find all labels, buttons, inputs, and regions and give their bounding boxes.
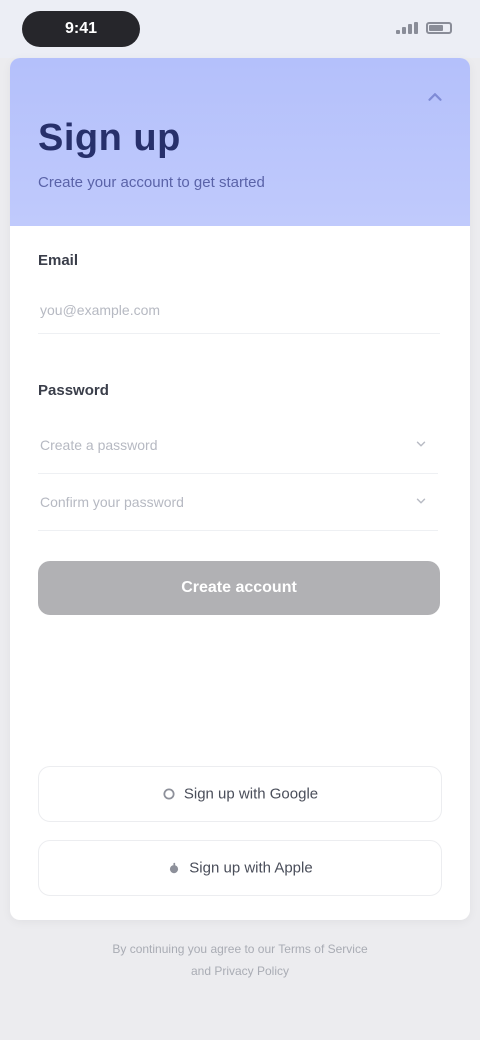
- chevron-down-icon[interactable]: [414, 437, 428, 451]
- page-subtitle: Create your account to get started: [38, 174, 265, 191]
- signup-card: Sign up Create your account to get start…: [10, 58, 470, 920]
- apple-icon: [170, 863, 179, 874]
- signup-form: Email Password Create acco: [10, 226, 470, 615]
- password-field[interactable]: [38, 417, 410, 473]
- google-signup-button[interactable]: Sign up with Google: [38, 766, 442, 822]
- apple-signup-label: Sign up with Apple: [189, 859, 313, 877]
- signal-icon: [396, 22, 418, 34]
- google-icon: [163, 788, 175, 800]
- email-field[interactable]: [38, 287, 440, 334]
- google-signup-label: Sign up with Google: [183, 785, 319, 803]
- status-time: 9:41: [22, 11, 140, 47]
- confirm-password-row[interactable]: [38, 474, 438, 531]
- create-account-button[interactable]: Create account: [38, 561, 440, 615]
- email-group: Email: [38, 252, 446, 334]
- page-title: Sign up: [38, 117, 181, 159]
- signup-screen: 9:41 Sign up Create your account to get …: [0, 0, 480, 1040]
- password-label: Password: [38, 382, 109, 399]
- terms-note: By continuing you agree to our Terms of …: [40, 938, 440, 982]
- chevron-down-icon[interactable]: [414, 494, 428, 508]
- terms-line-1[interactable]: By continuing you agree to our Terms of …: [40, 938, 440, 960]
- alt-signin-buttons: Sign up with Google Sign up with Apple: [38, 766, 442, 914]
- status-icons: [396, 22, 452, 34]
- chevron-up-icon[interactable]: [424, 86, 446, 108]
- apple-signup-button[interactable]: Sign up with Apple: [38, 840, 442, 896]
- status-bar: 9:41: [0, 0, 480, 58]
- battery-icon: [426, 22, 452, 34]
- password-group: Password: [38, 382, 446, 531]
- password-field-row[interactable]: [38, 417, 438, 474]
- confirm-password-field[interactable]: [38, 474, 410, 530]
- email-label: Email: [38, 252, 79, 269]
- card-header: Sign up Create your account to get start…: [10, 58, 470, 226]
- terms-line-2[interactable]: and Privacy Policy: [40, 960, 440, 982]
